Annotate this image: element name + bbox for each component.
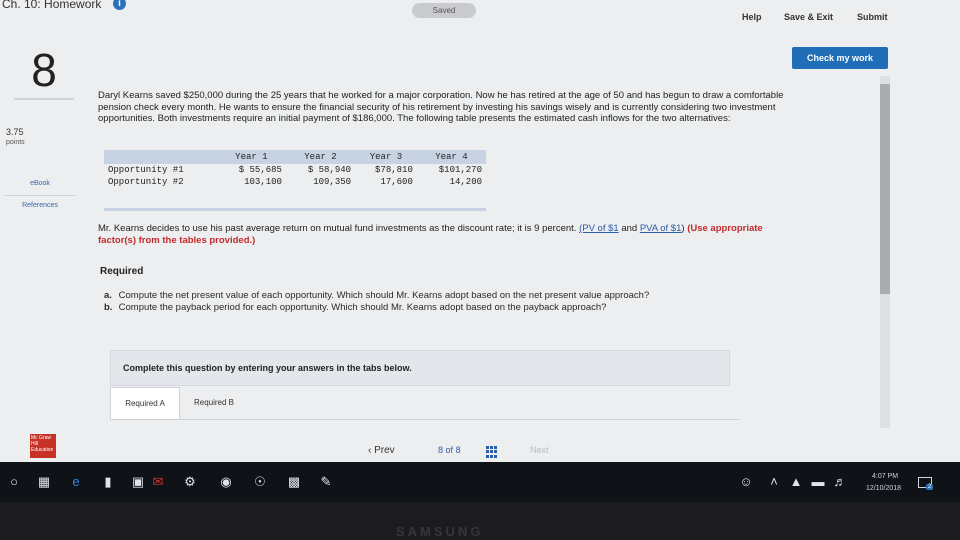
chevron-left-icon: ‹: [368, 445, 372, 456]
answer-tabs: Required A Required B: [110, 387, 740, 420]
table-cell: $78,810: [375, 165, 413, 175]
info-icon[interactable]: i: [113, 0, 126, 10]
table-header-row: Year 1 Year 2 Year 3 Year 4: [104, 150, 486, 164]
discount-rate-statement: Mr. Kearns decides to use his past avera…: [98, 223, 798, 246]
assignment-title: Ch. 10: Homework: [2, 0, 102, 11]
start-circle-icon[interactable]: ○: [6, 474, 22, 490]
browser-screen: Ch. 10: Homework i Saved Help Save & Exi…: [0, 0, 960, 462]
table-cell: 103,100: [244, 177, 282, 187]
required-list: a. Compute the net present value of each…: [104, 290, 794, 313]
windows-taskbar: ○ ▦ e ▮ ▣ ✉ ⚙ ◉ ☉ ▩ ✎ ☺ ˄ ▲ ▬ ♬ 4:07 PM …: [0, 462, 960, 502]
people-icon[interactable]: ☺: [738, 474, 754, 490]
table-divider: [104, 208, 486, 211]
task-view-icon[interactable]: ▦: [36, 474, 52, 490]
pv-table-link[interactable]: (PV of $1: [579, 223, 619, 234]
file-explorer-icon[interactable]: ▮: [100, 474, 116, 490]
tab-divider: [110, 419, 740, 420]
table-cell: 109,350: [313, 177, 352, 187]
clock-date[interactable]: 12/10/2018: [866, 485, 901, 492]
references-link[interactable]: References: [4, 202, 76, 209]
item-letter: a.: [104, 290, 112, 301]
table-cell: Opportunity #2: [108, 177, 184, 187]
volume-icon[interactable]: ♬: [832, 474, 848, 490]
discount-text: Mr. Kearns decides to use his past avera…: [98, 223, 580, 234]
page-total: 8: [455, 445, 461, 455]
notification-count-badge: 2: [926, 484, 934, 490]
table-row: Opportunity #2 103,100 109,350 17,600 14…: [104, 176, 486, 188]
assignment-header: Ch. 10: Homework i Saved Help Save & Exi…: [0, 0, 960, 36]
problem-statement: Daryl Kearns saved $250,000 during the 2…: [98, 90, 784, 124]
required-heading: Required: [100, 266, 144, 277]
pen-icon[interactable]: ✎: [318, 474, 334, 490]
instructions-text: Complete this question by entering your …: [123, 363, 412, 373]
table-header-cell: Year 4: [416, 150, 486, 164]
photos-icon[interactable]: ▩: [286, 474, 302, 490]
question-number: 8: [14, 42, 74, 100]
item-text: Compute the payback period for each oppo…: [118, 301, 607, 313]
table-header-cell: Year 1: [216, 150, 286, 164]
battery-icon[interactable]: ▬: [810, 474, 826, 490]
question-footer: Mc Graw Hill Education ‹ Prev 8 of 8 Nex…: [0, 430, 960, 462]
page-current: 8: [438, 445, 444, 455]
help-link[interactable]: Help: [742, 12, 762, 22]
camera-icon[interactable]: ◉: [218, 474, 234, 490]
tab-required-b[interactable]: Required B: [182, 387, 246, 419]
ebook-link[interactable]: eBook: [4, 180, 76, 187]
table-cell: $101,270: [438, 165, 482, 175]
page-indicator: 8 of 8: [438, 445, 461, 455]
mcgraw-hill-logo: Mc Graw Hill Education: [30, 434, 56, 458]
item-text: Compute the net present value of each op…: [118, 290, 650, 301]
mail-icon[interactable]: ✉: [150, 474, 166, 490]
chrome-icon[interactable]: ☉: [252, 474, 268, 490]
table-header-cell: [104, 150, 217, 164]
table-cell: $ 55,685: [238, 165, 282, 175]
item-letter: b.: [104, 301, 113, 313]
settings-gear-icon[interactable]: ⚙: [182, 474, 198, 490]
store-icon[interactable]: ▣: [130, 474, 146, 490]
save-exit-link[interactable]: Save & Exit: [784, 12, 833, 22]
table-header-cell: Year 3: [355, 150, 417, 164]
table-cell: 17,600: [380, 177, 413, 187]
table-header-cell: Year 2: [285, 150, 356, 164]
tab-required-a[interactable]: Required A: [110, 387, 180, 420]
submit-link[interactable]: Submit: [857, 12, 888, 22]
list-item: b. Compute the payback period for each o…: [104, 302, 794, 314]
cash-inflow-table: Year 1 Year 2 Year 3 Year 4 Opportunity …: [104, 150, 486, 188]
wifi-icon[interactable]: ▲: [788, 474, 804, 490]
points-value: 3.75: [6, 127, 24, 137]
chevron-up-icon[interactable]: ˄: [766, 474, 782, 490]
clock-time[interactable]: 4:07 PM: [872, 473, 898, 480]
scrollbar-thumb[interactable]: [880, 84, 890, 294]
table-cell: 14,200: [449, 177, 482, 187]
next-button[interactable]: Next: [530, 445, 549, 455]
check-my-work-button[interactable]: Check my work: [792, 47, 888, 69]
table-cell: $ 58,940: [307, 165, 352, 175]
instructions-banner: Complete this question by entering your …: [110, 350, 730, 386]
prev-button[interactable]: ‹ Prev: [368, 445, 395, 456]
list-item: a. Compute the net present value of each…: [104, 290, 794, 302]
monitor-brand-logo: SAMSUNG: [396, 524, 484, 539]
saved-status-badge: Saved: [412, 3, 476, 18]
and-text: and: [618, 223, 640, 234]
points-label: points: [6, 139, 25, 146]
page-of: of: [445, 445, 454, 455]
sidebar-divider: [4, 195, 76, 196]
question-grid-icon[interactable]: [486, 446, 498, 458]
edge-browser-icon[interactable]: e: [68, 474, 84, 490]
prev-label: Prev: [374, 445, 395, 456]
table-cell: Opportunity #1: [108, 165, 184, 175]
table-row: Opportunity #1 $ 55,685 $ 58,940 $78,810…: [104, 164, 486, 176]
pva-table-link[interactable]: PVA of $1: [640, 223, 682, 234]
